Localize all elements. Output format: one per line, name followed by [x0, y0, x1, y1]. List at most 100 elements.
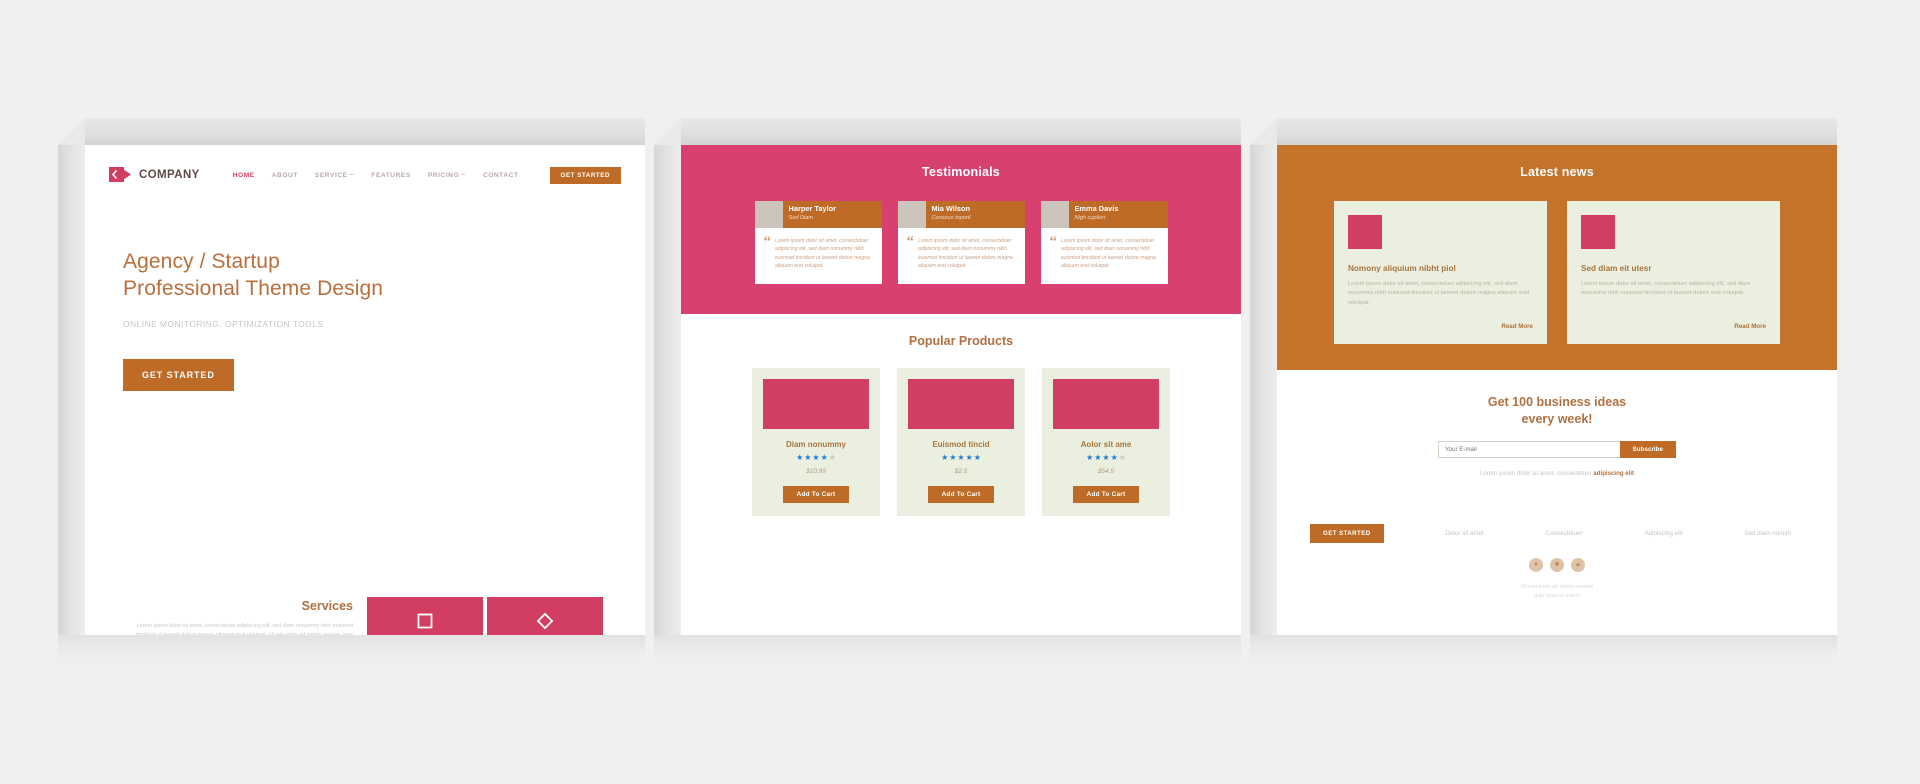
hero-subtitle: ONLINE MONITORING, OPTIMIZATION TOOLS	[123, 318, 324, 329]
testimonial-text: Lorem ipsum dolor sit amet, consectetuer…	[1061, 238, 1156, 269]
services-title: Services	[301, 599, 353, 613]
nav-item-pricing[interactable]: PRICING ~	[428, 172, 466, 179]
read-more-link[interactable]: Read More	[1501, 323, 1533, 330]
star-social-icon[interactable]: ★	[1571, 557, 1585, 572]
service-card-dolor-sit-amet[interactable]: Dolor sit amet	[367, 597, 483, 635]
footer-link-sed-diam-nonum[interactable]: Sed diam nonum	[1744, 530, 1791, 537]
nav-item-features[interactable]: FEATURES	[371, 172, 410, 179]
company-arrow-logo-icon	[109, 165, 133, 185]
footer-nav: GET STARTED Dolor sit amet Consectetuer …	[1277, 523, 1837, 543]
add-to-cart-button[interactable]: Add To Cart	[782, 486, 850, 503]
nav-get-started-button[interactable]: GET STARTED	[549, 166, 621, 184]
product-card[interactable]: Euismod tincid ★ ★ ★ ★ ★ $2.5 Add To Car…	[897, 368, 1025, 516]
star-icon: ★	[796, 453, 804, 462]
footer-get-started-button[interactable]: GET STARTED	[1310, 523, 1384, 543]
nav-item-contact[interactable]: CONTACT	[483, 172, 519, 179]
footer-link-dolor-sit-amet[interactable]: Dolor sit amet	[1446, 530, 1484, 537]
panel3-left-shadow	[1250, 145, 1277, 635]
quote-icon: “	[1049, 234, 1058, 250]
hero-heading-line1: Agency / Startup	[123, 250, 280, 273]
subscribe-button[interactable]: Subscribe	[1619, 440, 1676, 458]
testimonials-section: Testimonials Harper Taylor Sed Diam “ Lo…	[681, 145, 1241, 314]
service-card-consectetuer[interactable]: Consectetuer	[487, 597, 603, 635]
news-title: Latest news	[1520, 165, 1594, 179]
news-card[interactable]: Sed diam eit utesr Lorem ipsum dolor sit…	[1567, 201, 1780, 344]
testimonial-body: “ Lorem ipsum dolor sit amet, consectetu…	[755, 228, 882, 284]
star-icon: ★	[804, 453, 812, 462]
product-rating: ★ ★ ★ ★ ★	[941, 454, 981, 462]
product-image	[763, 379, 869, 429]
testimonial-name: Emma Davis	[1074, 204, 1119, 213]
avatar	[1040, 201, 1069, 228]
copyright-line1: Ut wisi enim ad minim veniam	[1520, 583, 1594, 590]
product-image	[908, 379, 1014, 429]
product-name: Diam nonummy	[785, 440, 846, 449]
nav-item-about[interactable]: ABOUT	[272, 172, 298, 179]
testimonial-header: Mia Wilson Conseus toporil	[897, 201, 1025, 228]
read-more-link[interactable]: Read More	[1734, 323, 1766, 330]
news-card[interactable]: Nomony aliquium nibht piol Lorem ipsum d…	[1334, 201, 1547, 344]
testimonial-text: Lorem ipsum dolor sit amet, consectetuer…	[775, 238, 870, 269]
star-icon-empty: ★	[1118, 453, 1126, 462]
news-thumbnail	[1348, 215, 1382, 249]
quote-icon: “	[906, 234, 915, 250]
testimonial-card[interactable]: Emma Davis Nigh cupilori “ Lorem ipsum d…	[1040, 201, 1168, 284]
avatar	[754, 201, 783, 228]
star-icon: ★	[973, 453, 981, 462]
panel2-left-shadow	[654, 145, 681, 635]
news-item-title: Sed diam eit utesr	[1581, 264, 1652, 273]
diamond-outline-icon	[536, 612, 554, 630]
footer-link-adipiscing-elit[interactable]: Adipiscing elit	[1645, 530, 1683, 537]
product-card[interactable]: Diam nonummy ★ ★ ★ ★ ★ $10.99 Add To Car…	[752, 368, 880, 516]
news-list: Nomony aliquium nibht piol Lorem ipsum d…	[1277, 201, 1837, 344]
logo-text: COMPANY	[139, 169, 200, 181]
nav-links: HOME ABOUT SERVICE ~ FEATURES PRICING ~ …	[233, 166, 621, 184]
newsletter-section: Get 100 business ideas every week! Subsc…	[1277, 370, 1837, 601]
site-logo[interactable]: COMPANY	[109, 165, 200, 185]
hero-get-started-button[interactable]: GET STARTED	[123, 358, 234, 391]
panel2-corner-shadow	[654, 118, 681, 145]
footer-link-consectetuer[interactable]: Consectetuer	[1546, 530, 1583, 537]
screenshot-stage: COMPANY HOME ABOUT SERVICE ~ FEATURES PR…	[0, 0, 1920, 784]
newsletter-title-line1: Get 100 business ideas	[1487, 395, 1627, 409]
testimonial-card[interactable]: Mia Wilson Conseus toporil “ Lorem ipsum…	[897, 201, 1025, 284]
panel3-bottom-shadow	[1250, 635, 1837, 670]
add-to-cart-button[interactable]: Add To Cart	[927, 486, 995, 503]
news-item-title: Nomony aliquium nibht piol	[1348, 264, 1456, 273]
copyright-line2: quis nostrud exerci	[1533, 592, 1581, 599]
hero-heading-line2: Professional Theme Design	[123, 276, 384, 300]
star-icon: ★	[820, 453, 828, 462]
newsletter-note: Lorem ipsum dolor sit amet, consectetuer…	[1277, 470, 1837, 477]
panel1-bottom-shadow	[58, 635, 645, 670]
panel2-top-shadow	[681, 118, 1241, 145]
testimonial-card[interactable]: Harper Taylor Sed Diam “ Lorem ipsum dol…	[754, 201, 882, 284]
services-copy: Lorem ipsum dolor sit amet, consectetuer…	[135, 623, 353, 635]
star-icon: ★	[957, 453, 965, 462]
panel1-top-shadow	[85, 118, 645, 145]
add-to-cart-button[interactable]: Add To Cart	[1072, 486, 1140, 503]
product-price: $54.5	[1098, 468, 1114, 475]
star-icon: ★	[1110, 453, 1118, 462]
newsletter-title-line2: every week!	[1521, 411, 1593, 426]
star-icon: ★	[949, 453, 957, 462]
testimonial-meta: Mia Wilson Conseus toporil	[926, 201, 971, 228]
news-item-copy: Lorem ipsum dolor sit amet, consectetuer…	[1581, 281, 1751, 297]
testimonial-body: “ Lorem ipsum dolor sit amet, consectetu…	[1041, 228, 1168, 284]
email-field[interactable]	[1438, 440, 1620, 458]
twitter-icon[interactable]: ■	[1550, 557, 1564, 572]
product-card[interactable]: Aolor sit ame ★ ★ ★ ★ ★ $54.5 Add To Car…	[1042, 368, 1170, 516]
facebook-icon[interactable]: ●	[1529, 557, 1543, 572]
newsletter-note-bold: adipiscing elit	[1593, 469, 1635, 477]
social-links: ● ■ ★	[1277, 557, 1837, 572]
star-icon: ★	[812, 453, 820, 462]
panel-homepage: COMPANY HOME ABOUT SERVICE ~ FEATURES PR…	[85, 145, 645, 635]
nav-item-service[interactable]: SERVICE ~	[315, 172, 354, 179]
popular-products-section: Popular Products Diam nonummy ★ ★ ★ ★ ★ …	[681, 314, 1241, 540]
product-name: Euismod tincid	[932, 440, 990, 449]
star-icon: ★	[941, 453, 949, 462]
testimonial-header: Emma Davis Nigh cupilori	[1040, 201, 1168, 228]
product-name: Aolor sit ame	[1080, 440, 1132, 449]
news-item-copy: Lorem ipsum dolor sit amet, consectetuer…	[1348, 281, 1530, 306]
latest-news-section: Latest news Nomony aliquium nibht piol L…	[1277, 145, 1837, 370]
nav-item-home[interactable]: HOME	[233, 172, 255, 179]
